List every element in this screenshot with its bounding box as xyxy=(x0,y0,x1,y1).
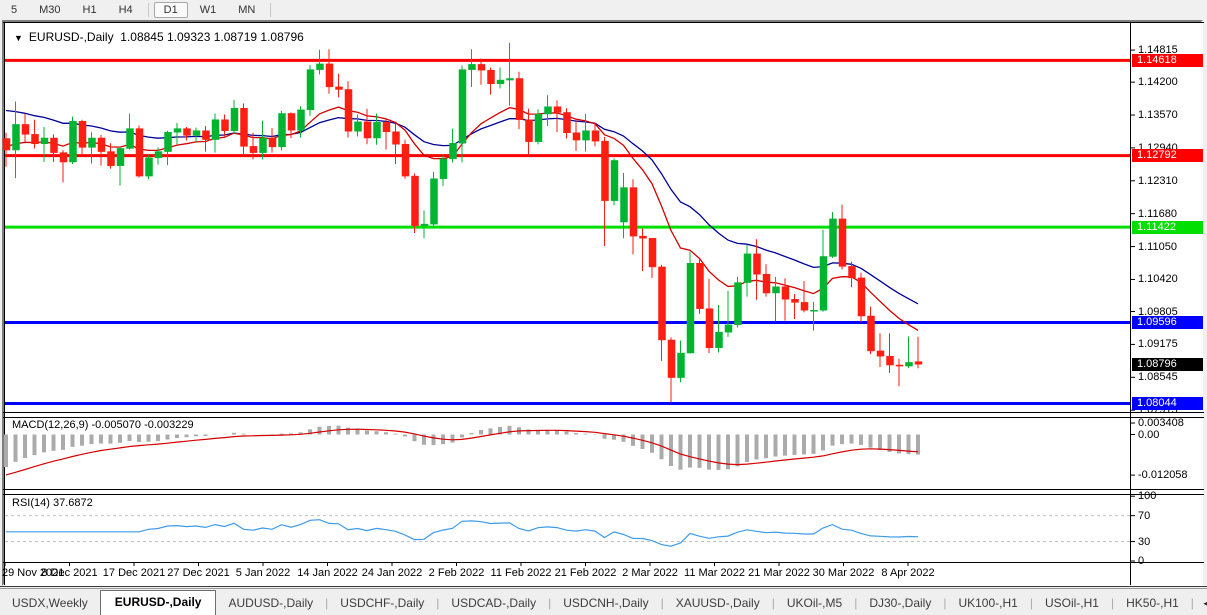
date-axis-label: 11 Feb 2022 xyxy=(491,567,552,579)
tab-dj30-daily[interactable]: DJ30-,Daily xyxy=(857,592,943,615)
timeframe-toolbar: 5M30H1H4 D1W1MN xyxy=(0,0,1207,19)
rsi-axis-label: 0 xyxy=(1138,555,1144,567)
date-axis-label: 2 Mar 2022 xyxy=(622,567,678,579)
date-axis-label: 5 Jan 2022 xyxy=(236,567,290,579)
rsi-axis-label: 70 xyxy=(1138,510,1150,522)
date-axis-label: 30 Mar 2022 xyxy=(813,567,875,579)
tab-hk50-h1[interactable]: HK50-,H1 xyxy=(1114,592,1191,615)
timeframe-button-m30[interactable]: M30 xyxy=(29,2,70,18)
price-axis-label: 1.08545 xyxy=(1138,371,1178,383)
chart-ohlc-readout: 1.08845 1.09323 1.08719 1.08796 xyxy=(120,30,304,44)
price-axis-label: 1.12310 xyxy=(1138,175,1178,187)
tab-separator: | xyxy=(1191,596,1194,615)
price-axis-label: 1.13570 xyxy=(1138,109,1178,121)
tab-uk100-h1[interactable]: UK100-,H1 xyxy=(946,592,1029,615)
date-axis-label: 2 Feb 2022 xyxy=(429,567,485,579)
timeframe-button-d1[interactable]: D1 xyxy=(154,2,188,18)
chart-symbol-period: EURUSD-,Daily xyxy=(29,30,114,44)
date-axis-label: 21 Mar 2022 xyxy=(748,567,810,579)
macd-panel-title: MACD(12,26,9) -0.005070 -0.003229 xyxy=(12,419,194,431)
price-axis-label: 1.11050 xyxy=(1138,241,1177,253)
tab-ukoil-m5[interactable]: UKOil-,M5 xyxy=(775,592,854,615)
tab-usdcnh-daily[interactable]: USDCNH-,Daily xyxy=(551,592,660,615)
chart-tab-bar: USDX,WeeklyEURUSD-,DailyAUDUSD-,Daily | US… xyxy=(0,588,1207,615)
date-axis-label: 11 Mar 2022 xyxy=(684,567,745,579)
tab-audusd-daily[interactable]: AUDUSD-,Daily xyxy=(216,592,325,615)
date-axis-label: 21 Feb 2022 xyxy=(555,567,617,579)
timeframe-button-h4[interactable]: H4 xyxy=(109,2,143,18)
level-price-badge: 1.09596 xyxy=(1132,316,1203,329)
level-price-badge: 1.11422 xyxy=(1132,221,1203,234)
tab-usdchf-daily[interactable]: USDCHF-,Daily xyxy=(328,592,436,615)
chart-title: ▼ EURUSD-,Daily 1.08845 1.09323 1.08719 1… xyxy=(14,30,304,44)
price-axis-label: 1.11680 xyxy=(1138,208,1177,220)
date-axis-label: 17 Dec 2021 xyxy=(103,567,165,579)
chart-window[interactable] xyxy=(2,20,1203,586)
price-axis-label: 1.10420 xyxy=(1138,273,1178,285)
current-price-badge: 1.08796 xyxy=(1132,358,1203,371)
price-axis-label: 1.09175 xyxy=(1138,338,1178,350)
timeframe-button-mn[interactable]: MN xyxy=(228,2,265,18)
toolbar-separator xyxy=(148,3,149,17)
macd-axis-label: -0.012058 xyxy=(1138,469,1188,481)
timeframe-button-h1[interactable]: H1 xyxy=(73,2,107,18)
timeframe-button-w1[interactable]: W1 xyxy=(190,2,227,18)
level-price-badge: 1.08044 xyxy=(1132,397,1203,410)
rsi-axis-label: 30 xyxy=(1138,536,1150,548)
date-axis-label: 14 Jan 2022 xyxy=(297,567,358,579)
tab-eurusd-daily[interactable]: EURUSD-,Daily xyxy=(100,590,217,615)
tab-usoil-h1[interactable]: USOil-,H1 xyxy=(1033,592,1111,615)
tab-usdcad-daily[interactable]: USDCAD-,Daily xyxy=(439,592,548,615)
date-axis-label: 24 Jan 2022 xyxy=(362,567,423,579)
macd-axis-label: 0.003408 xyxy=(1138,417,1184,429)
chart-expander-icon[interactable]: ▼ xyxy=(14,33,23,43)
level-price-badge: 1.14618 xyxy=(1132,54,1203,67)
date-axis-label: 27 Dec 2021 xyxy=(167,567,229,579)
tab-usdx-weekly[interactable]: USDX,Weekly xyxy=(0,592,100,615)
timeframe-button-5[interactable]: 5 xyxy=(1,2,27,18)
level-price-badge: 1.12792 xyxy=(1132,149,1203,162)
tab-scroll-controls: ◄► xyxy=(1202,599,1207,615)
toolbar-separator xyxy=(270,3,271,17)
tab-scroll-left-icon[interactable]: ◄ xyxy=(1202,599,1207,608)
rsi-axis-label: 100 xyxy=(1138,490,1156,502)
price-axis-label: 1.14200 xyxy=(1138,76,1178,88)
tab-xauusd-daily[interactable]: XAUUSD-,Daily xyxy=(664,592,772,615)
macd-axis-label: 0.00 xyxy=(1138,429,1159,441)
rsi-panel-title: RSI(14) 37.6872 xyxy=(12,497,93,509)
date-axis-label: 8 Apr 2022 xyxy=(881,567,934,579)
date-axis-label: 8 Dec 2021 xyxy=(41,567,97,579)
